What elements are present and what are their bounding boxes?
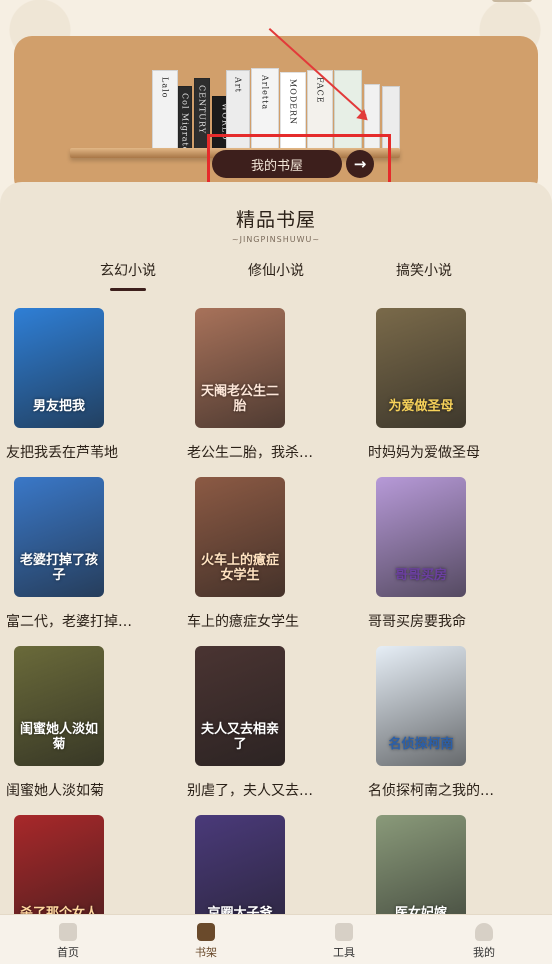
book-card[interactable]: 天阉老公生二胎老公生二胎，我杀…	[187, 308, 367, 478]
tab-xiuxian[interactable]: 修仙小说	[248, 260, 304, 280]
active-tab-indicator	[110, 288, 146, 291]
tab-xuanhuan[interactable]: 玄幻小说	[100, 260, 156, 280]
top-corner-decoration	[492, 0, 532, 2]
book-card[interactable]: 京圈太子爷	[187, 815, 367, 914]
cover-title-art: 哥哥买房	[394, 568, 447, 583]
book-title: 闺蜜她人淡如菊	[6, 783, 104, 799]
book-cover[interactable]: 男友把我	[14, 308, 104, 428]
nav-home-label: 首页	[57, 946, 79, 959]
nav-bookshelf[interactable]: 书架	[176, 923, 236, 960]
user-icon	[475, 923, 493, 941]
book-cover[interactable]: 医女妃嫁	[376, 815, 466, 914]
book-cover[interactable]: 老婆打掉了孩子	[14, 477, 104, 597]
book-card[interactable]: 哥哥买房哥哥买房要我命	[368, 477, 548, 647]
cover-title-art: 火车上的癔症女学生	[201, 553, 280, 583]
tab-gaoxiao[interactable]: 搞笑小说	[396, 260, 452, 280]
book-cover[interactable]: 夫人又去相亲了	[195, 646, 285, 766]
book-cover[interactable]: 名侦探柯南	[376, 646, 466, 766]
book-card[interactable]: 男友把我友把我丢在芦苇地	[6, 308, 186, 478]
cover-title-art: 老婆打掉了孩子	[20, 553, 99, 583]
book-title: 名侦探柯南之我的…	[368, 783, 494, 799]
book-cover[interactable]: 闺蜜她人淡如菊	[14, 646, 104, 766]
nav-home[interactable]: 首页	[38, 923, 98, 960]
book-card[interactable]: 火车上的癔症女学生车上的癔症女学生	[187, 477, 367, 647]
spine-label: FACE	[315, 77, 325, 104]
shelf-book-spine: Lalo	[152, 70, 178, 156]
spine-label: MODERN	[288, 79, 298, 126]
cover-title-art: 闺蜜她人淡如菊	[20, 722, 99, 752]
book-cover[interactable]: 京圈太子爷	[195, 815, 285, 914]
spine-label: Art	[233, 77, 243, 93]
book-card[interactable]: 为爱做圣母时妈妈为爱做圣母	[368, 308, 548, 478]
nav-tools[interactable]: 工具	[314, 923, 374, 960]
book-title: 富二代，老婆打掉…	[6, 614, 132, 630]
book-card[interactable]: 名侦探柯南名侦探柯南之我的…	[368, 646, 548, 816]
cover-title-art: 为爱做圣母	[388, 399, 454, 414]
book-cover[interactable]: 哥哥买房	[376, 477, 466, 597]
book-title: 别虐了，夫人又去…	[187, 783, 313, 799]
book-cover[interactable]: 杀了那个女人	[14, 815, 104, 914]
spine-label: Lalo	[160, 77, 170, 99]
book-cover[interactable]: 火车上的癔症女学生	[195, 477, 285, 597]
book-card[interactable]: 老婆打掉了孩子富二代，老婆打掉…	[6, 477, 186, 647]
section-subtitle: ~JINGPINSHUWU~	[231, 235, 321, 244]
cover-title-art: 男友把我	[32, 399, 85, 414]
cover-title-art: 京圈太子爷	[207, 906, 273, 914]
section-title: 精品书屋	[235, 209, 316, 231]
shelf-book-spine: Col Migrate	[178, 86, 192, 156]
arrow-right-icon[interactable]: →	[346, 150, 374, 178]
nav-mine[interactable]: 我的	[454, 923, 514, 960]
cover-title-art: 夫人又去相亲了	[201, 722, 280, 752]
book-title: 哥哥买房要我命	[368, 614, 466, 630]
book-cover[interactable]: 为爱做圣母	[376, 308, 466, 428]
spine-label: CENTURY	[197, 85, 207, 135]
nav-tools-label: 工具	[333, 946, 355, 959]
book-card[interactable]: 杀了那个女人	[6, 815, 186, 914]
book-title: 老公生二胎，我杀…	[187, 445, 313, 461]
cover-title-art: 医女妃嫁	[394, 906, 447, 914]
book-title: 时妈妈为爱做圣母	[368, 445, 480, 461]
book-grid: 男友把我 友把我丢在芦苇地 天阉老公生二胎 老公生二胎，我杀… 为爱做圣母 时妈妈为爱做圣…	[0, 308, 552, 914]
book-title: 车上的癔症女学生	[187, 614, 299, 630]
cover-title-art: 天阉老公生二胎	[201, 384, 280, 414]
home-icon	[59, 923, 77, 941]
my-bookshelf-button[interactable]: 我的书屋	[212, 150, 342, 178]
cover-title-art: 杀了那个女人	[20, 906, 99, 914]
book-card[interactable]: 医女妃嫁	[368, 815, 548, 914]
book-card[interactable]: 闺蜜她人淡如菊 闺蜜她人淡如菊	[6, 646, 186, 816]
bookshelf-icon	[197, 923, 215, 941]
book-title: 友把我丢在芦苇地	[6, 445, 118, 461]
spine-label: Arletta	[260, 75, 270, 111]
book-cover[interactable]: 天阉老公生二胎	[195, 308, 285, 428]
nav-bookshelf-label: 书架	[195, 946, 217, 959]
book-card[interactable]: 夫人又去相亲了别虐了，夫人又去…	[187, 646, 367, 816]
bottom-nav: 首页 书架 工具 我的	[0, 914, 552, 964]
toolbox-icon	[335, 923, 353, 941]
spine-label: Col Migrate	[180, 93, 190, 153]
cover-title-art: 名侦探柯南	[388, 737, 454, 752]
nav-mine-label: 我的	[473, 946, 495, 959]
